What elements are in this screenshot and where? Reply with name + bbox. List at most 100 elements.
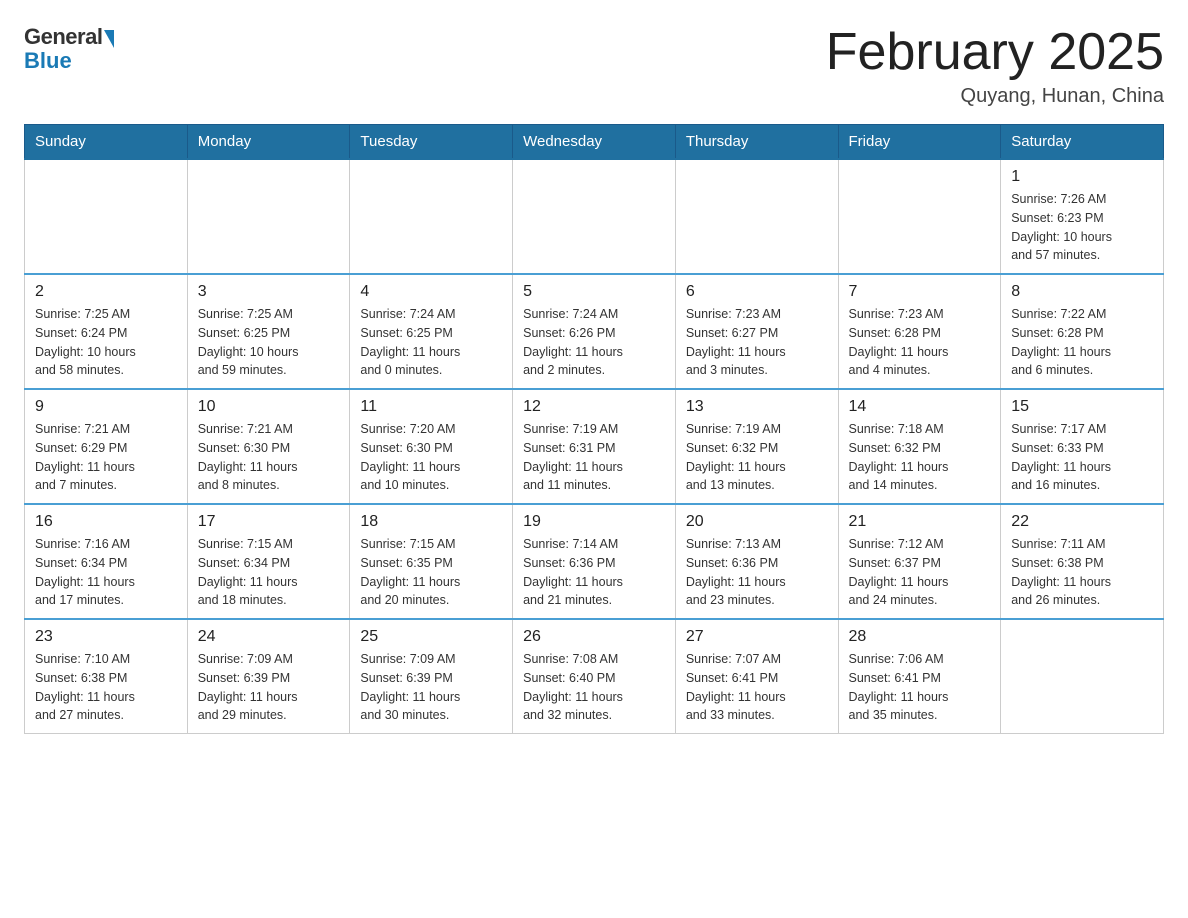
day-info: Sunrise: 7:16 AM Sunset: 6:34 PM Dayligh… xyxy=(35,535,177,610)
calendar-cell: 28Sunrise: 7:06 AM Sunset: 6:41 PM Dayli… xyxy=(838,619,1001,734)
day-info: Sunrise: 7:07 AM Sunset: 6:41 PM Dayligh… xyxy=(686,650,828,725)
logo-arrow-icon xyxy=(104,30,114,48)
day-info: Sunrise: 7:10 AM Sunset: 6:38 PM Dayligh… xyxy=(35,650,177,725)
calendar-cell: 9 Sunrise: 7:21 AM Sunset: 6:29 PM Daylig… xyxy=(25,389,188,504)
day-number: 7 xyxy=(849,283,991,301)
page-header: General Blue February 2025 Quyang, Hunan… xyxy=(24,24,1164,108)
day-number: 11 xyxy=(360,398,502,416)
day-number: 27 xyxy=(686,628,828,646)
day-info: Sunrise: 7:09 AM Sunset: 6:39 PM Dayligh… xyxy=(360,650,502,725)
day-number: 25 xyxy=(360,628,502,646)
day-info: Sunrise: 7:18 AM Sunset: 6:32 PM Dayligh… xyxy=(849,420,991,495)
calendar-cell xyxy=(838,159,1001,274)
day-number: 18 xyxy=(360,513,502,531)
weekday-header-tuesday: Tuesday xyxy=(350,125,513,160)
weekday-header-row: SundayMondayTuesdayWednesdayThursdayFrid… xyxy=(25,125,1164,160)
calendar-cell: 15Sunrise: 7:17 AM Sunset: 6:33 PM Dayli… xyxy=(1001,389,1164,504)
calendar-cell: 17 Sunrise: 7:15 AM Sunset: 6:34 PM Dayli… xyxy=(187,504,350,619)
day-number: 9 xyxy=(35,398,177,416)
calendar-cell xyxy=(675,159,838,274)
day-number: 2 xyxy=(35,283,177,301)
day-info: Sunrise: 7:08 AM Sunset: 6:40 PM Dayligh… xyxy=(523,650,665,725)
day-number: 5 xyxy=(523,283,665,301)
day-info: Sunrise: 7:14 AM Sunset: 6:36 PM Dayligh… xyxy=(523,535,665,610)
calendar-cell: 1 Sunrise: 7:26 AM Sunset: 6:23 PM Daylig… xyxy=(1001,159,1164,274)
day-info: Sunrise: 7:12 AM Sunset: 6:37 PM Dayligh… xyxy=(849,535,991,610)
calendar-week-5: 23 Sunrise: 7:10 AM Sunset: 6:38 PM Dayli… xyxy=(25,619,1164,734)
calendar-cell xyxy=(513,159,676,274)
calendar-cell: 21 Sunrise: 7:12 AM Sunset: 6:37 PM Dayli… xyxy=(838,504,1001,619)
weekday-header-saturday: Saturday xyxy=(1001,125,1164,160)
calendar-cell: 24 Sunrise: 7:09 AM Sunset: 6:39 PM Dayli… xyxy=(187,619,350,734)
calendar-header: SundayMondayTuesdayWednesdayThursdayFrid… xyxy=(25,125,1164,160)
logo: General Blue xyxy=(24,24,114,74)
calendar-cell: 20 Sunrise: 7:13 AM Sunset: 6:36 PM Dayli… xyxy=(675,504,838,619)
day-info: Sunrise: 7:19 AM Sunset: 6:31 PM Dayligh… xyxy=(523,420,665,495)
day-number: 13 xyxy=(686,398,828,416)
weekday-header-wednesday: Wednesday xyxy=(513,125,676,160)
day-info: Sunrise: 7:15 AM Sunset: 6:34 PM Dayligh… xyxy=(198,535,340,610)
calendar-cell: 23 Sunrise: 7:10 AM Sunset: 6:38 PM Dayli… xyxy=(25,619,188,734)
day-number: 4 xyxy=(360,283,502,301)
calendar-cell: 5 Sunrise: 7:24 AM Sunset: 6:26 PM Daylig… xyxy=(513,274,676,389)
day-number: 12 xyxy=(523,398,665,416)
calendar-cell: 11 Sunrise: 7:20 AM Sunset: 6:30 PM Dayli… xyxy=(350,389,513,504)
weekday-header-monday: Monday xyxy=(187,125,350,160)
day-info: Sunrise: 7:13 AM Sunset: 6:36 PM Dayligh… xyxy=(686,535,828,610)
calendar-cell: 19 Sunrise: 7:14 AM Sunset: 6:36 PM Dayli… xyxy=(513,504,676,619)
calendar-cell xyxy=(187,159,350,274)
day-number: 19 xyxy=(523,513,665,531)
day-number: 6 xyxy=(686,283,828,301)
day-info: Sunrise: 7:19 AM Sunset: 6:32 PM Dayligh… xyxy=(686,420,828,495)
calendar-cell xyxy=(350,159,513,274)
calendar-cell: 3 Sunrise: 7:25 AM Sunset: 6:25 PM Daylig… xyxy=(187,274,350,389)
calendar-cell: 7 Sunrise: 7:23 AM Sunset: 6:28 PM Daylig… xyxy=(838,274,1001,389)
day-number: 22 xyxy=(1011,513,1153,531)
calendar-cell: 12 Sunrise: 7:19 AM Sunset: 6:31 PM Dayli… xyxy=(513,389,676,504)
calendar-cell xyxy=(1001,619,1164,734)
weekday-header-friday: Friday xyxy=(838,125,1001,160)
calendar-cell: 8Sunrise: 7:22 AM Sunset: 6:28 PM Daylig… xyxy=(1001,274,1164,389)
day-number: 15 xyxy=(1011,398,1153,416)
calendar-body: 1 Sunrise: 7:26 AM Sunset: 6:23 PM Daylig… xyxy=(25,159,1164,734)
calendar-week-2: 2 Sunrise: 7:25 AM Sunset: 6:24 PM Daylig… xyxy=(25,274,1164,389)
day-info: Sunrise: 7:23 AM Sunset: 6:28 PM Dayligh… xyxy=(849,305,991,380)
day-info: Sunrise: 7:26 AM Sunset: 6:23 PM Dayligh… xyxy=(1011,190,1153,265)
calendar-cell: 26Sunrise: 7:08 AM Sunset: 6:40 PM Dayli… xyxy=(513,619,676,734)
day-info: Sunrise: 7:06 AM Sunset: 6:41 PM Dayligh… xyxy=(849,650,991,725)
calendar-cell: 10 Sunrise: 7:21 AM Sunset: 6:30 PM Dayli… xyxy=(187,389,350,504)
calendar-cell: 18 Sunrise: 7:15 AM Sunset: 6:35 PM Dayli… xyxy=(350,504,513,619)
calendar-cell: 25 Sunrise: 7:09 AM Sunset: 6:39 PM Dayli… xyxy=(350,619,513,734)
calendar-cell: 14 Sunrise: 7:18 AM Sunset: 6:32 PM Dayli… xyxy=(838,389,1001,504)
day-info: Sunrise: 7:20 AM Sunset: 6:30 PM Dayligh… xyxy=(360,420,502,495)
day-number: 21 xyxy=(849,513,991,531)
calendar-cell: 22 Sunrise: 7:11 AM Sunset: 6:38 PM Dayli… xyxy=(1001,504,1164,619)
day-number: 17 xyxy=(198,513,340,531)
day-info: Sunrise: 7:15 AM Sunset: 6:35 PM Dayligh… xyxy=(360,535,502,610)
day-number: 23 xyxy=(35,628,177,646)
day-number: 10 xyxy=(198,398,340,416)
day-number: 3 xyxy=(198,283,340,301)
weekday-header-sunday: Sunday xyxy=(25,125,188,160)
location-text: Quyang, Hunan, China xyxy=(826,85,1164,108)
calendar-cell: 6Sunrise: 7:23 AM Sunset: 6:27 PM Daylig… xyxy=(675,274,838,389)
day-number: 16 xyxy=(35,513,177,531)
logo-general-text: General xyxy=(24,24,102,50)
month-title: February 2025 xyxy=(826,24,1164,81)
day-info: Sunrise: 7:21 AM Sunset: 6:29 PM Dayligh… xyxy=(35,420,177,495)
day-number: 24 xyxy=(198,628,340,646)
calendar-cell xyxy=(25,159,188,274)
day-number: 1 xyxy=(1011,168,1153,186)
day-info: Sunrise: 7:25 AM Sunset: 6:25 PM Dayligh… xyxy=(198,305,340,380)
calendar-week-1: 1 Sunrise: 7:26 AM Sunset: 6:23 PM Daylig… xyxy=(25,159,1164,274)
day-info: Sunrise: 7:09 AM Sunset: 6:39 PM Dayligh… xyxy=(198,650,340,725)
day-number: 14 xyxy=(849,398,991,416)
day-info: Sunrise: 7:11 AM Sunset: 6:38 PM Dayligh… xyxy=(1011,535,1153,610)
title-block: February 2025 Quyang, Hunan, China xyxy=(826,24,1164,108)
day-info: Sunrise: 7:21 AM Sunset: 6:30 PM Dayligh… xyxy=(198,420,340,495)
day-number: 20 xyxy=(686,513,828,531)
calendar-table: SundayMondayTuesdayWednesdayThursdayFrid… xyxy=(24,124,1164,734)
calendar-cell: 13 Sunrise: 7:19 AM Sunset: 6:32 PM Dayli… xyxy=(675,389,838,504)
day-info: Sunrise: 7:25 AM Sunset: 6:24 PM Dayligh… xyxy=(35,305,177,380)
day-info: Sunrise: 7:24 AM Sunset: 6:26 PM Dayligh… xyxy=(523,305,665,380)
